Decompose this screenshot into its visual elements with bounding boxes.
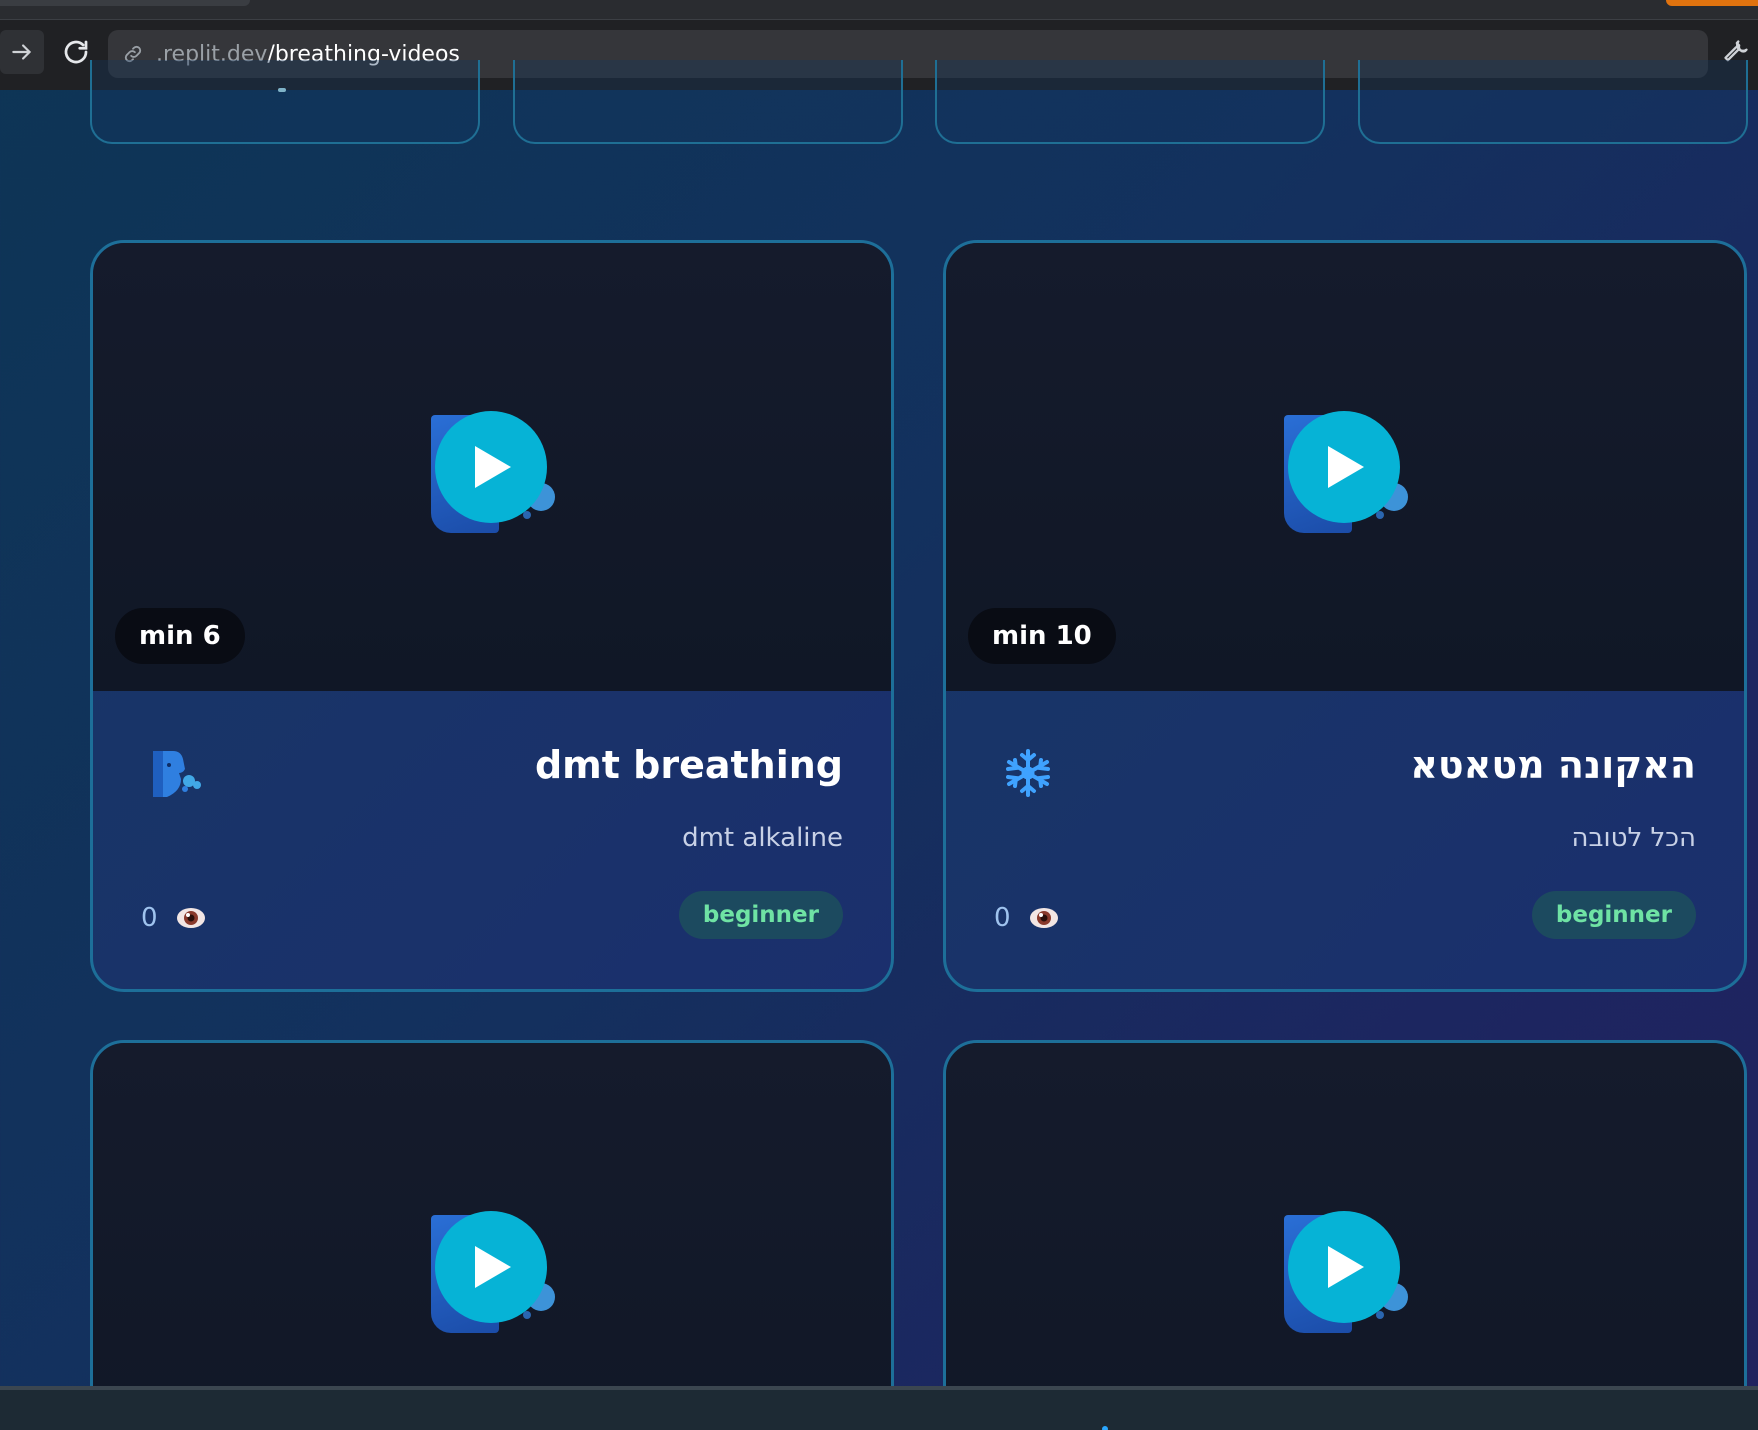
card-text-fragment	[278, 88, 286, 92]
browser-tab[interactable]	[0, 0, 250, 6]
bottom-bar	[0, 1386, 1758, 1430]
video-card[interactable]	[943, 1040, 1747, 1430]
category-card[interactable]	[935, 60, 1325, 144]
eye-icon	[176, 908, 205, 928]
level-badge: beginner	[1531, 891, 1696, 939]
play-icon	[1328, 1246, 1364, 1288]
play-icon	[1328, 446, 1364, 488]
eye-icon	[1029, 908, 1058, 928]
browser-tab-strip	[0, 0, 1758, 20]
duration-badge: min 6	[115, 608, 245, 664]
category-card[interactable]	[513, 60, 903, 144]
reload-icon	[64, 40, 88, 64]
video-thumbnail[interactable]: min 10	[946, 243, 1744, 691]
view-count: 0	[141, 903, 206, 933]
category-card[interactable]	[90, 60, 480, 144]
play-button[interactable]	[1284, 411, 1408, 535]
snowflake-icon	[1002, 747, 1054, 799]
video-thumbnail[interactable]	[946, 1043, 1744, 1430]
duration-badge: min 10	[968, 608, 1116, 664]
video-card[interactable]: min 10 האקונה מטאטא הכל לטובה 0 beginner	[943, 240, 1747, 992]
play-button[interactable]	[431, 411, 555, 535]
video-thumbnail[interactable]: min 6	[93, 243, 891, 691]
play-button[interactable]	[1284, 1211, 1408, 1335]
play-icon	[475, 446, 511, 488]
category-card[interactable]	[1358, 60, 1748, 144]
video-card[interactable]	[90, 1040, 894, 1430]
indicator-dot	[1102, 1426, 1108, 1430]
video-title[interactable]: dmt breathing	[535, 743, 843, 787]
view-count-value: 0	[141, 903, 158, 933]
video-subtitle: הכל לטובה	[1571, 823, 1696, 853]
view-count-value: 0	[994, 903, 1011, 933]
view-count: 0	[994, 903, 1059, 933]
breathing-face-icon	[149, 747, 201, 799]
video-thumbnail[interactable]	[93, 1043, 891, 1430]
video-subtitle: dmt alkaline	[682, 823, 843, 853]
arrow-right-icon	[12, 44, 32, 60]
video-info: dmt breathing dmt alkaline 0 beginner	[93, 691, 891, 989]
video-title[interactable]: האקונה מטאטא	[1410, 743, 1696, 787]
level-badge: beginner	[678, 891, 843, 939]
play-icon	[475, 1246, 511, 1288]
play-button[interactable]	[431, 1211, 555, 1335]
browser-accent-tab[interactable]	[1666, 0, 1758, 6]
video-info: האקונה מטאטא הכל לטובה 0 beginner	[946, 691, 1744, 989]
video-card[interactable]: min 6 dmt breathing dmt alkaline 0 begin…	[90, 240, 894, 992]
forward-button[interactable]	[0, 30, 44, 74]
